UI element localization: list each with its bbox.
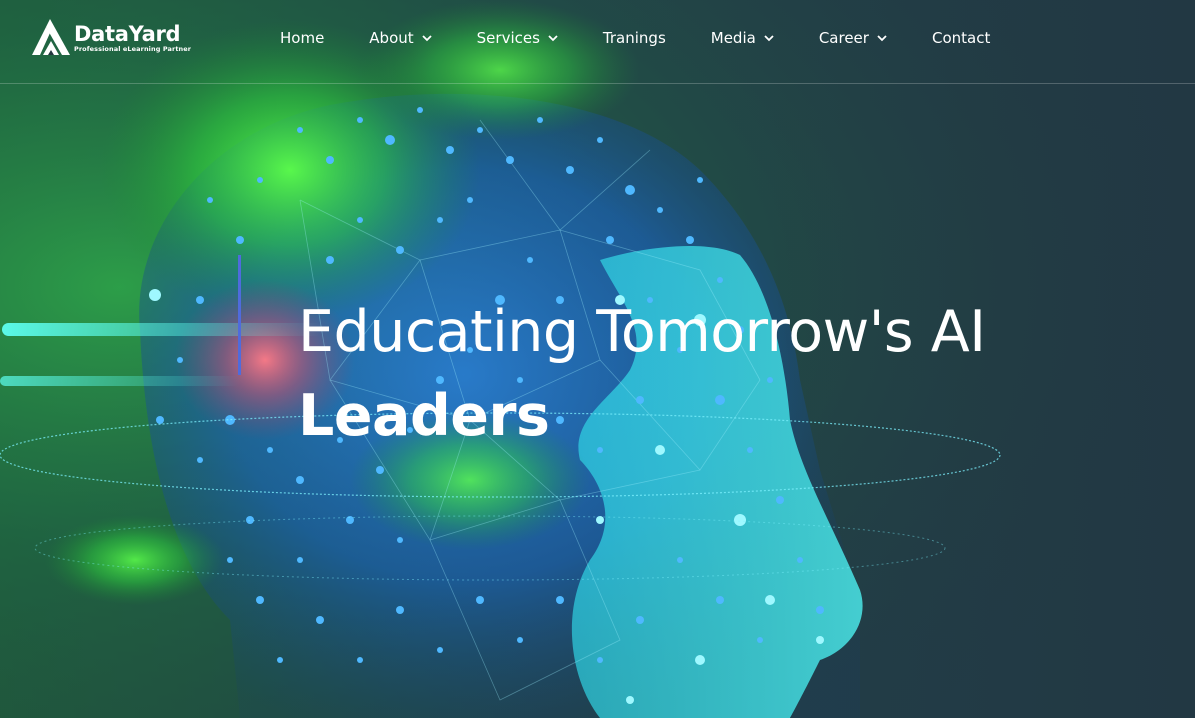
nav-item-contact[interactable]: Contact (932, 29, 990, 47)
brand-name: DataYard (74, 22, 181, 46)
nav-item-label: Career (818, 29, 869, 47)
brand-text: DataYard Professional eLearning Partner (74, 23, 191, 53)
nav-item-label: Services (476, 29, 540, 47)
nav-item-label: Tranings (602, 29, 666, 47)
brand-logo[interactable]: DataYard Professional eLearning Partner (28, 18, 191, 58)
hero-title-line1: Educating Tomorrow's AI (298, 299, 986, 365)
site-header: DataYard Professional eLearning Partner … (0, 0, 1195, 84)
nav-item-label: About (369, 29, 414, 47)
chevron-down-icon (877, 34, 887, 41)
datayard-logo-icon (32, 19, 70, 55)
main-nav: Home About Services Tranings Media Caree… (280, 29, 990, 47)
nav-item-label: Contact (931, 29, 991, 47)
nav-item-home[interactable]: Home (280, 29, 324, 47)
chevron-down-icon (422, 34, 432, 41)
page: DataYard Professional eLearning Partner … (0, 0, 1195, 718)
nav-item-tranings[interactable]: Tranings (603, 29, 666, 47)
hero-title: Educating Tomorrow's AI Leaders (298, 290, 1178, 458)
brand-tagline: Professional eLearning Partner (74, 45, 192, 53)
nav-item-career[interactable]: Career (819, 29, 887, 47)
hero-title-line2: Leaders (298, 383, 550, 449)
chevron-down-icon (764, 34, 774, 41)
chevron-down-icon (548, 34, 558, 41)
nav-item-about[interactable]: About (369, 29, 432, 47)
nav-item-label: Home (280, 29, 325, 47)
hero-accent-line (238, 255, 241, 375)
nav-item-services[interactable]: Services (477, 29, 558, 47)
nav-item-label: Media (710, 29, 756, 47)
nav-item-media[interactable]: Media (711, 29, 774, 47)
